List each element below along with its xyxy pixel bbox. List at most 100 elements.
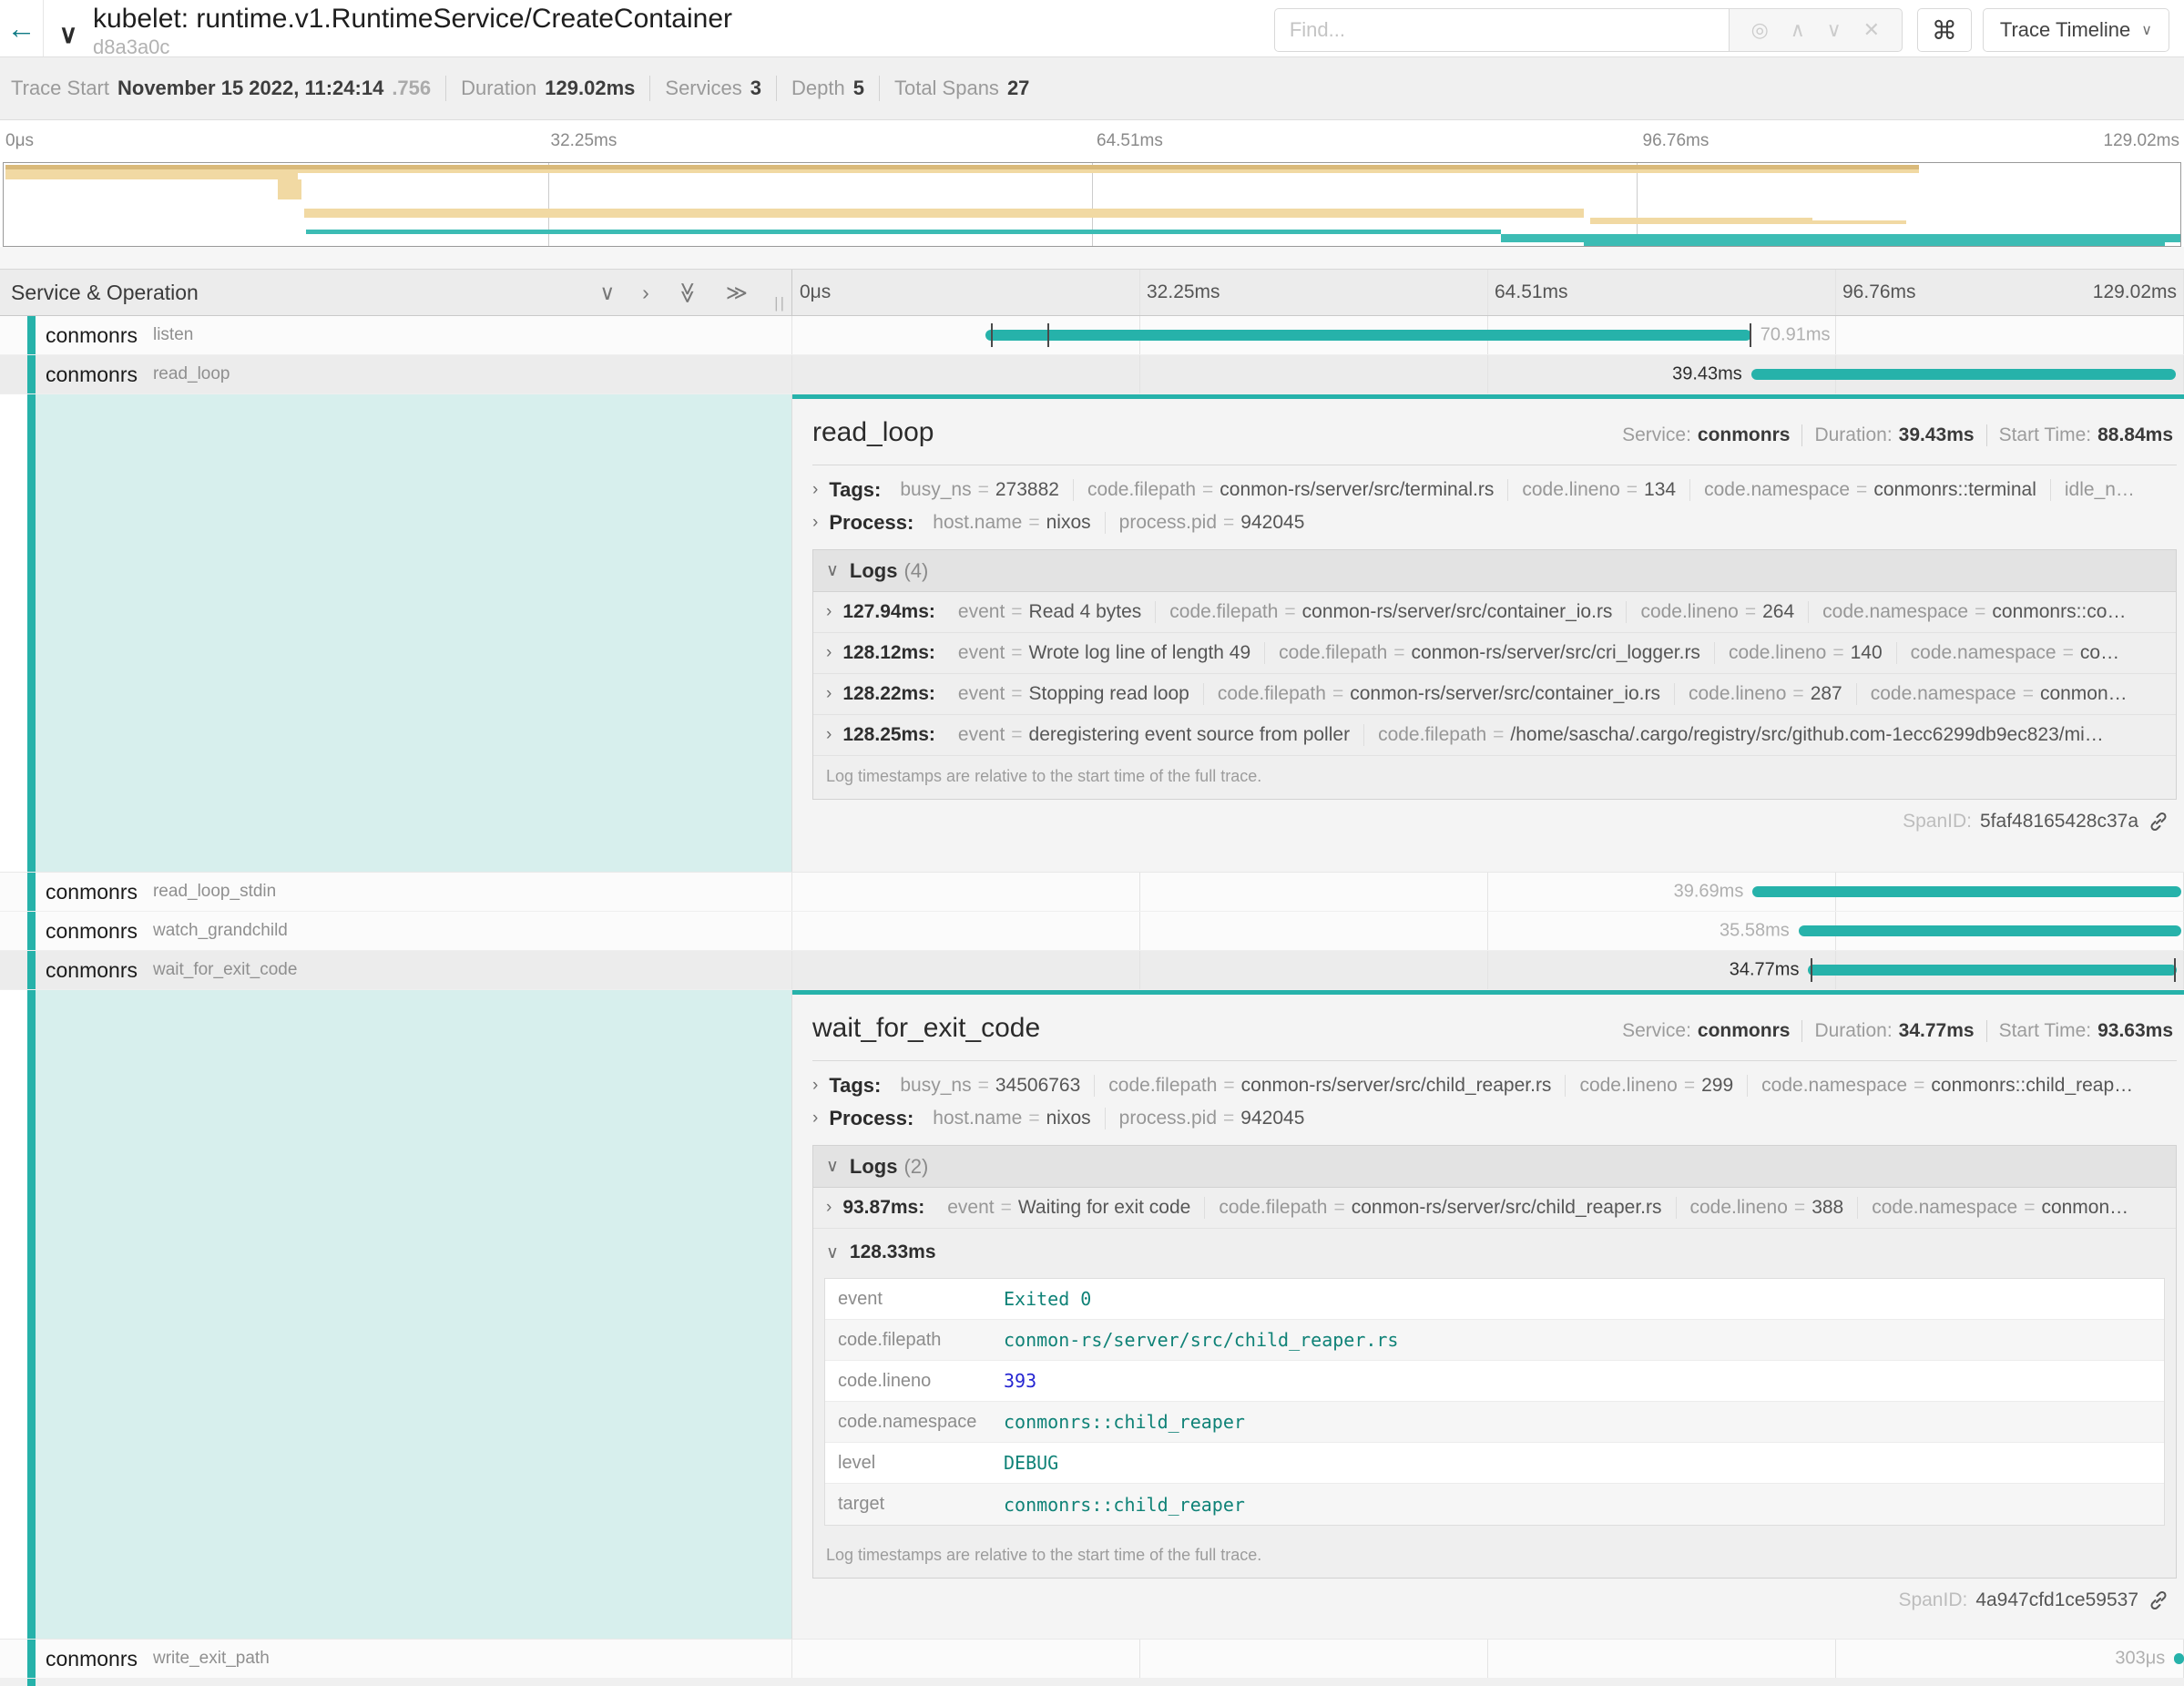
tag-value: 942045 [1240,512,1304,533]
find-clear-icon[interactable]: ✕ [1863,18,1880,42]
equals-sign: = [1493,724,1504,745]
tag-item: host.name=nixos [919,1108,1105,1129]
expand-all-icon[interactable]: ≫ [726,281,748,305]
field-value: conmonrs::child_reaper [1004,1494,1245,1516]
link-icon[interactable] [2148,1589,2169,1611]
tag-item: code.filepath=/home/sascha/.cargo/regist… [1364,724,2118,746]
tag-value: 264 [1762,601,1794,622]
view-selector-label: Trace Timeline [2000,18,2130,42]
find-input[interactable] [1274,8,1730,52]
tags-section[interactable]: › Tags: busy_ns=273882code.filepath=conm… [812,478,2177,502]
expand-one-icon[interactable]: › [642,281,649,305]
operation-name: read_loop_stdin [153,882,276,902]
equals-sign: = [1393,642,1404,663]
detail-left-gutter [0,990,792,1639]
scope-icon[interactable]: ◎ [1751,18,1769,42]
span-row-read-loop[interactable]: conmonrs read_loop 39.43ms [0,355,2184,394]
tags-section[interactable]: › Tags: busy_ns=34506763code.filepath=co… [812,1074,2177,1098]
ruler-tick: 129.02ms [2104,131,2179,151]
log-row[interactable]: ›128.12ms:event=Wrote log line of length… [813,633,2176,674]
equals-sign: = [1332,683,1343,704]
span-duration-bar[interactable] [1808,965,2177,976]
log-row[interactable]: ›127.94ms:event=Read 4 bytescode.filepat… [813,592,2176,633]
span-row-wait-for-exit-code[interactable]: conmonrs wait_for_exit_code 34.77ms [0,951,2184,990]
spanid-label: SpanID: [1903,811,1972,833]
link-icon[interactable] [2148,811,2169,833]
collapse-one-icon[interactable]: ∨ [599,281,615,305]
tag-item: event=Stopping read loop [944,683,1204,705]
span-row-write-exit-path[interactable]: conmonrs write_exit_path 303μs [0,1640,2184,1679]
tag-value: 273882 [995,479,1059,500]
expanded-log-header[interactable]: ∨ 128.33ms [813,1229,2176,1263]
log-fields: event=Read 4 bytescode.filepath=conmon-r… [944,601,2140,623]
service-name: conmonrs [46,919,138,944]
tag-item: code.filepath=conmon-rs/server/src/conta… [1156,601,1627,623]
logs-header[interactable]: ∨ Logs (2) [813,1146,2176,1188]
tag-item: code.filepath=conmon-rs/server/src/child… [1205,1197,1676,1219]
span-row-read-loop-stdin[interactable]: conmonrs read_loop_stdin 39.69ms [0,873,2184,912]
log-row[interactable]: ›128.25ms:event=deregistering event sour… [813,715,2176,756]
span-duration-bar[interactable] [2174,1653,2184,1664]
equals-sign: = [2024,1197,2035,1218]
back-button[interactable]: ← [0,0,44,56]
tag-item: busy_ns=34506763 [886,1075,1095,1097]
trace-start-label: Trace Start [11,77,109,100]
duration-value: 34.77ms [1899,1020,1975,1042]
log-marker-tick [2174,958,2176,982]
spanid-value: 5faf48165428c37a [1980,811,2138,833]
tag-item: process.pid=942045 [1106,1108,1319,1129]
tag-item: code.namespace=conmonrs::terminal [1690,479,2051,501]
field-key: event [825,1289,1004,1310]
tag-value: 287 [1811,683,1842,704]
span-duration-label: 34.77ms [1730,960,1800,981]
log-marker-tick [1811,958,1812,982]
span-duration-bar[interactable] [1799,925,2181,936]
log-marker-tick [1047,323,1049,347]
ruler-tick: 96.76ms [1643,131,1709,151]
collapse-all-icon[interactable]: ≫ [675,281,699,303]
tag-key: busy_ns [900,1075,971,1096]
span-row-watch-grandchild[interactable]: conmonrs watch_grandchild 35.58ms [0,912,2184,951]
equals-sign: = [1001,1197,1012,1218]
span-duration-label: 39.43ms [1672,364,1742,385]
field-value: 393 [1004,1370,1036,1392]
span-duration-bar[interactable] [1752,886,2181,897]
minimap-span-bar [278,179,301,199]
equals-sign: = [1745,601,1756,622]
column-resizer-grip[interactable]: || [774,294,786,312]
tag-item: code.filepath=conmon-rs/server/src/conta… [1204,683,1675,705]
process-section[interactable]: › Process: host.name=nixosprocess.pid=94… [812,511,2177,535]
log-timestamp: 93.87ms: [842,1197,924,1219]
logs-label: Logs [850,1155,898,1179]
tag-key: event [947,1197,994,1218]
ruler-tick: 0μs [5,131,34,151]
log-row[interactable]: ›93.87ms:event=Waiting for exit codecode… [813,1188,2176,1229]
keyboard-shortcuts-button[interactable]: ⌘ [1917,8,1972,52]
trace-header: kubelet: runtime.v1.RuntimeService/Creat… [93,0,732,56]
start-time-value: 88.84ms [2097,424,2173,446]
trace-minimap[interactable] [3,162,2181,247]
span-row-listen[interactable]: conmonrs listen 70.91ms [0,316,2184,355]
log-timestamp: 127.94ms: [842,601,935,623]
equals-sign: = [1832,642,1843,663]
spacer-band [0,247,2184,269]
collapse-header-button[interactable]: ∨ [44,0,93,56]
divider [445,76,446,101]
tag-key: code.lineno [1640,601,1738,622]
span-duration-bar[interactable] [985,330,1750,341]
find-next-icon[interactable]: ∨ [1827,18,1842,42]
tag-key: code.namespace [1761,1075,1907,1096]
log-row[interactable]: ›128.22ms:event=Stopping read loopcode.f… [813,674,2176,715]
find-controls: ◎ ∧ ∨ ✕ [1730,8,1903,52]
process-section[interactable]: › Process: host.name=nixosprocess.pid=94… [812,1107,2177,1130]
tag-item: code.namespace=conmonrs::co… [1809,601,2139,623]
trace-view-selector[interactable]: Trace Timeline ∨ [1983,8,2169,52]
find-prev-icon[interactable]: ∧ [1791,18,1805,42]
span-duration-bar[interactable] [1751,369,2176,380]
logs-header[interactable]: ∨ Logs (4) [813,550,2176,592]
equals-sign: = [1684,1075,1695,1096]
tag-value: conmon… [2040,683,2128,704]
log-field-row: targetconmonrs::child_reaper [825,1484,2164,1525]
tag-key: event [958,601,1005,622]
tag-item: code.namespace=conmonrs::child_reap… [1748,1075,2147,1097]
